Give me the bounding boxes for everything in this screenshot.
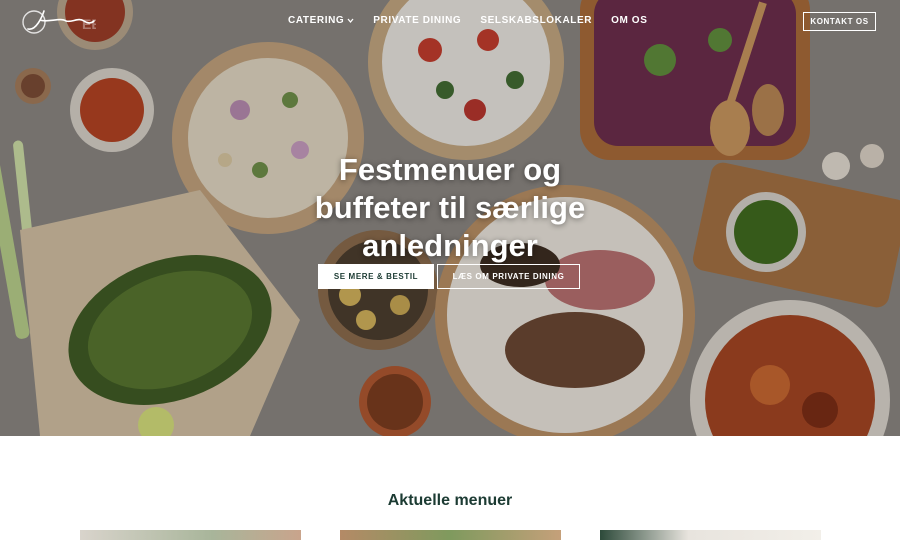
nav-item-label: SELSKABSLOKALER [480,15,593,26]
nav-item-selskabslokaler[interactable]: SELSKABSLOKALER [480,15,592,26]
nav-item-catering[interactable]: CATERING [288,15,354,26]
hero-headline: Festmenuer og buffeter til særlige anled… [314,152,586,263]
brand-logo[interactable]: EE [22,7,96,37]
order-button[interactable]: SE MERE & BESTIL [318,264,434,289]
contact-button[interactable]: KONTAKT OS [803,12,876,31]
nav-item-private-dining[interactable]: PRIVATE DINING [373,15,461,26]
hero-banner: EE CATERING PRIVATE DINING SELSKABSLOKAL… [0,0,900,436]
menu-card-image[interactable] [340,530,561,540]
menu-card-image[interactable] [600,530,821,540]
nav-item-label: PRIVATE DINING [373,15,462,26]
nav-item-om-os[interactable]: OM OS [611,15,647,26]
nav-item-label: OM OS [611,15,648,26]
chevron-down-icon [347,18,354,24]
section-title: Aktuelle menuer [387,492,513,509]
svg-text:EE: EE [82,16,96,32]
private-dining-button[interactable]: LÆS OM PRIVATE DINING [437,264,580,289]
main-navigation: CATERING PRIVATE DINING SELSKABSLOKALER … [288,15,647,26]
hero-cta-group: SE MERE & BESTIL LÆS OM PRIVATE DINING [318,264,580,289]
menu-card-image[interactable] [80,530,301,540]
nav-item-label: CATERING [288,15,345,26]
